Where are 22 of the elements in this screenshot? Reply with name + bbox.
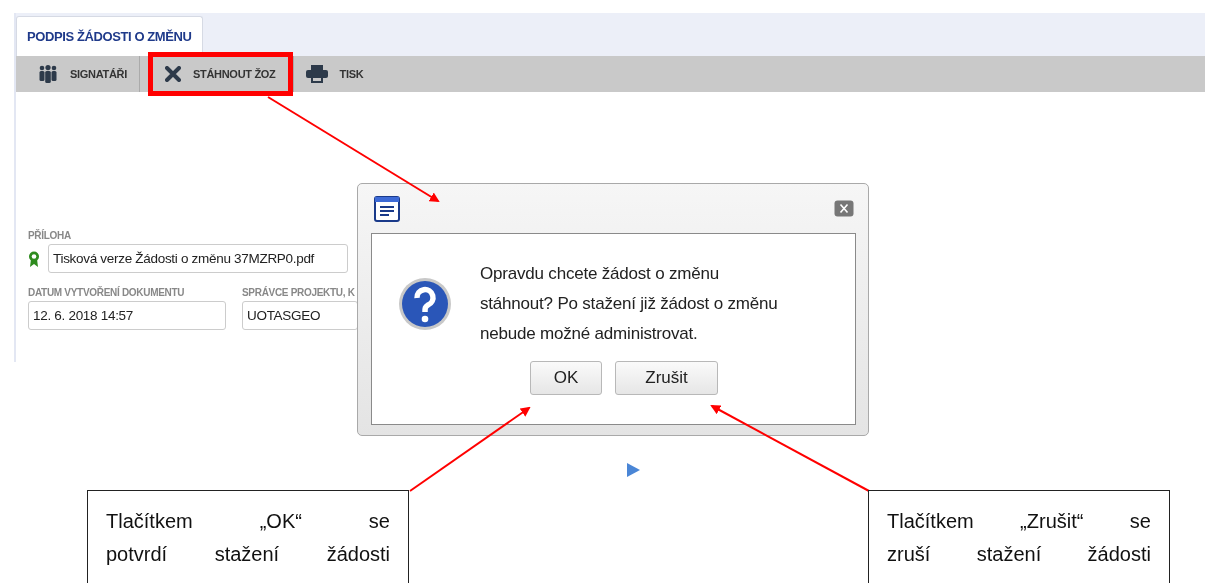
toolbar-button[interactable]: TISK [293,56,376,92]
people-icon [38,65,58,83]
toolbar-button[interactable]: SIGNATÁŘI [26,56,139,92]
triangle-icon [627,463,640,477]
callout-note: Tlačítkem „Zrušit“ se zruší stažení žádosti [868,490,1170,583]
field-label: SPRÁVCE PROJEKTU, K [242,287,356,298]
field-label: DATUM VYTVOŘENÍ DOKUMENTU [28,287,186,298]
text-field[interactable]: 12. 6. 2018 14:57 [28,301,226,330]
callout-note: Tlačítkem „OK“ se potvrdí stažení žádosti [87,490,409,583]
close-icon[interactable] [834,200,854,217]
ribbon-icon [28,250,40,267]
printer-icon [305,65,328,83]
close-icon [165,66,181,82]
dialog-message: Opravdu chcete žádost o změnu stáhnout? Po stažení již žádost o změnu nebude možné administrovat. [480,263,779,345]
window-icon [374,195,400,222]
tab[interactable]: PODPIS ŽÁDOSTI O ZMĚNU [16,16,203,56]
dialog-button[interactable]: Zrušit [615,361,718,395]
field-label: PŘÍLOHA [28,230,72,241]
toolbar-button[interactable]: STÁHNOUT ŽOZ [148,52,293,96]
file-field[interactable]: Tisková verze Žádosti o změnu 37MZRP0.pdf [48,244,348,273]
dialog-button[interactable]: OK [530,361,602,395]
question-icon [398,277,452,331]
